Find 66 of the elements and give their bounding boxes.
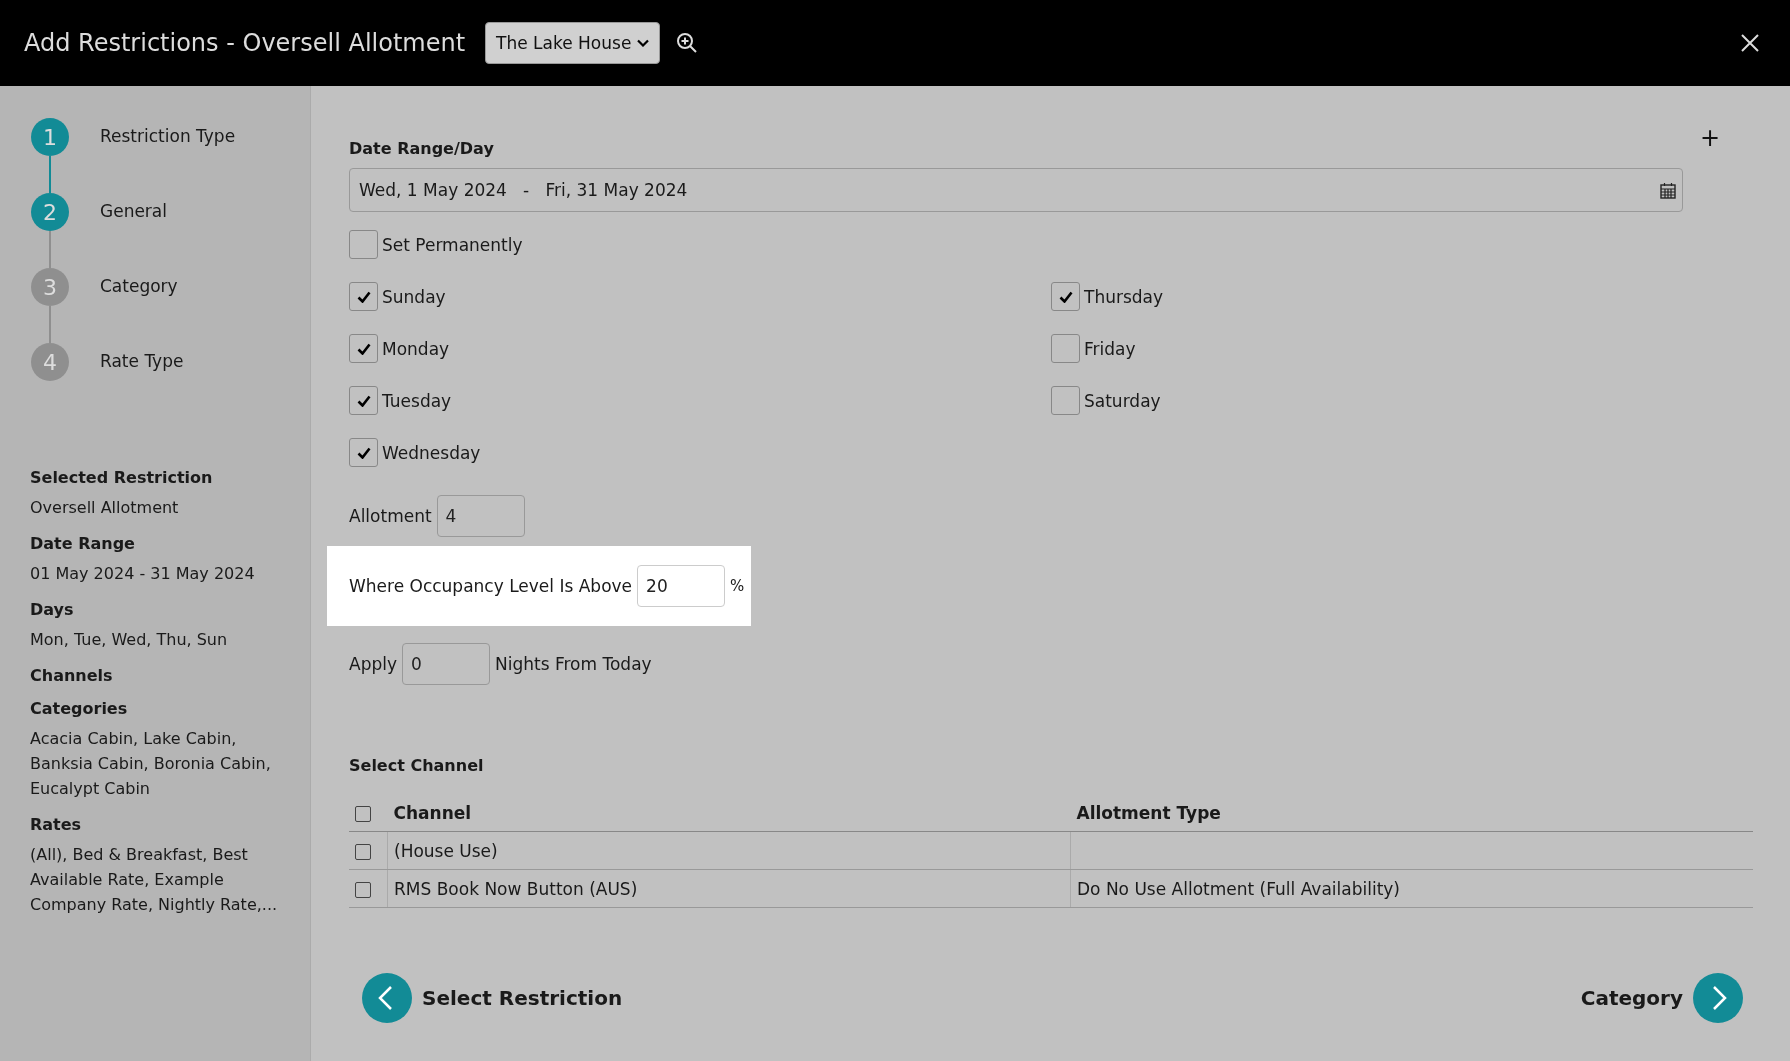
close-icon[interactable]: [1740, 33, 1760, 53]
summary-heading: Rates: [30, 815, 83, 834]
checkbox-label: Sunday: [382, 286, 446, 307]
checkbox[interactable]: [349, 386, 378, 415]
step-label[interactable]: General: [100, 193, 167, 268]
checkbox[interactable]: [1051, 282, 1080, 311]
summary-value: 01 May 2024 - 31 May 2024: [30, 563, 256, 585]
calendar-icon: [1660, 181, 1676, 199]
field-label: Allotment: [349, 506, 432, 526]
summary-heading: Date Range: [30, 534, 136, 553]
summary-heading: Days: [30, 600, 75, 619]
column-header: Channel: [387, 795, 1071, 832]
allotment-field[interactable]: 4: [436, 495, 525, 537]
add-button[interactable]: +: [1699, 124, 1720, 152]
checkbox-label: Set Permanently: [382, 234, 523, 255]
section-heading: Select Channel: [349, 756, 485, 775]
checkbox[interactable]: [349, 282, 378, 311]
next-link[interactable]: Category: [1580, 986, 1683, 1010]
table-cell: Do No Use Allotment (Full Availability): [1070, 869, 1753, 908]
checkmark-icon: [356, 394, 371, 407]
summary-value: (All), Bed & Breakfast, Best Available Rate, Example Company Rate, Nightly Rate,...: [30, 844, 279, 916]
date-range-field[interactable]: Wed, 1 May 2024 - Fri, 31 May 2024: [349, 168, 1683, 212]
summary-heading: Channels: [30, 666, 114, 685]
checkbox[interactable]: [1051, 334, 1080, 363]
checkbox-label: Monday: [382, 338, 450, 359]
section-heading: Date Range/Day: [349, 139, 494, 158]
checkmark-icon: [356, 342, 371, 355]
summary-heading: Categories: [30, 699, 129, 718]
summary-value: Oversell Allotment: [30, 497, 180, 519]
summary-value: Mon, Tue, Wed, Thu, Sun: [30, 629, 229, 651]
chevron-icon: [637, 39, 650, 47]
field-label: Where Occupancy Level Is Above: [349, 576, 633, 596]
step-label[interactable]: Restriction Type: [100, 118, 236, 193]
checkmark-icon: [1058, 290, 1073, 303]
field-label: Apply: [349, 654, 397, 674]
checkbox-label: Tuesday: [382, 390, 452, 411]
checkbox-label: Saturday: [1084, 390, 1161, 411]
zoom-in-icon[interactable]: [676, 32, 699, 54]
checkmark-icon: [356, 290, 371, 303]
property-select[interactable]: The Lake House: [485, 22, 661, 64]
occupancy-field[interactable]: 20: [637, 565, 726, 607]
window-title: Add Restrictions - Oversell Allotment: [24, 29, 466, 57]
unit-label: %: [730, 577, 745, 595]
checkbox[interactable]: [1051, 386, 1080, 415]
step-label[interactable]: Rate Type: [100, 343, 184, 418]
checkmark-icon: [356, 446, 371, 459]
column-header: Allotment Type: [1070, 795, 1753, 832]
back-button-icon[interactable]: [362, 973, 412, 1023]
checkbox-label: Thursday: [1084, 286, 1164, 307]
back-link[interactable]: Select Restriction: [422, 986, 623, 1010]
select-all-checkbox[interactable]: [355, 806, 371, 822]
summary-heading: Selected Restriction: [30, 468, 214, 487]
table-cell: RMS Book Now Button (AUS): [387, 869, 1071, 908]
checkbox[interactable]: [349, 334, 378, 363]
field-label: Nights From Today: [495, 654, 652, 674]
table-cell: (House Use): [387, 831, 1071, 870]
checkbox-label: Friday: [1084, 338, 1136, 359]
nights-field[interactable]: 0: [402, 643, 490, 685]
checkbox-label: Wednesday: [382, 442, 481, 463]
summary-value: Acacia Cabin, Lake Cabin, Banksia Cabin, Boronia Cabin, Eucalypt Cabin: [30, 728, 272, 800]
row-checkbox[interactable]: [355, 881, 371, 898]
next-button-icon[interactable]: [1693, 973, 1743, 1023]
step-label[interactable]: Category: [100, 268, 178, 343]
checkbox[interactable]: [349, 230, 378, 259]
row-checkbox[interactable]: [355, 843, 371, 860]
checkbox[interactable]: [349, 438, 378, 467]
